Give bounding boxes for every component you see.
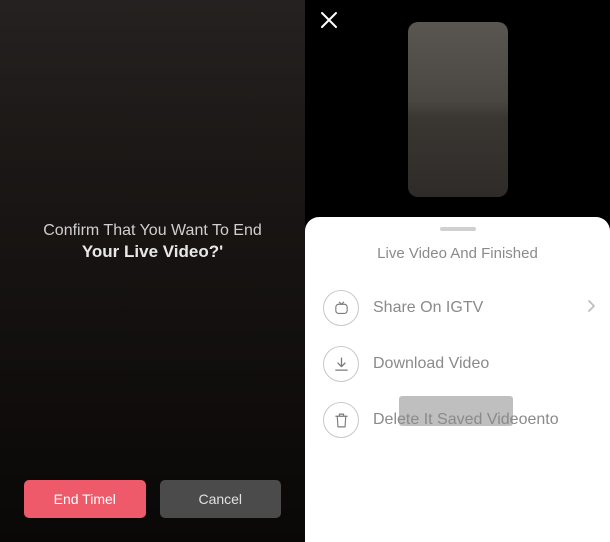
confirm-button-row: End Timel Cancel	[24, 480, 281, 518]
share-igtv-label: Share On IGTV	[373, 299, 592, 317]
igtv-icon	[323, 290, 359, 326]
dim-overlay	[0, 0, 305, 542]
delete-video-row[interactable]: Delete It Saved Videoento	[305, 392, 610, 448]
chevron-right-icon	[588, 299, 596, 317]
delete-video-label: Delete It Saved Videoento	[373, 411, 592, 429]
confirm-line1: Confirm That You Want To End	[0, 222, 305, 240]
video-thumbnail	[408, 22, 508, 197]
end-time-button[interactable]: End Timel	[24, 480, 146, 518]
end-live-confirm-panel: Confirm That You Want To End Your Live V…	[0, 0, 305, 542]
confirm-line2: Your Live Video?'	[0, 242, 305, 262]
download-video-label: Download Video	[373, 355, 592, 373]
sheet-grabber[interactable]	[440, 227, 476, 231]
sheet-title: Live Video And Finished	[305, 245, 610, 262]
download-video-row[interactable]: Download Video	[305, 336, 610, 392]
cancel-button[interactable]: Cancel	[160, 480, 282, 518]
trash-icon	[323, 402, 359, 438]
action-sheet: Live Video And Finished Share On IGTV Do…	[305, 217, 610, 542]
close-icon[interactable]	[319, 10, 339, 30]
confirm-message: Confirm That You Want To End Your Live V…	[0, 222, 305, 262]
share-igtv-row[interactable]: Share On IGTV	[305, 280, 610, 336]
download-icon	[323, 346, 359, 382]
finished-live-panel: Live Video And Finished Share On IGTV Do…	[305, 0, 610, 542]
